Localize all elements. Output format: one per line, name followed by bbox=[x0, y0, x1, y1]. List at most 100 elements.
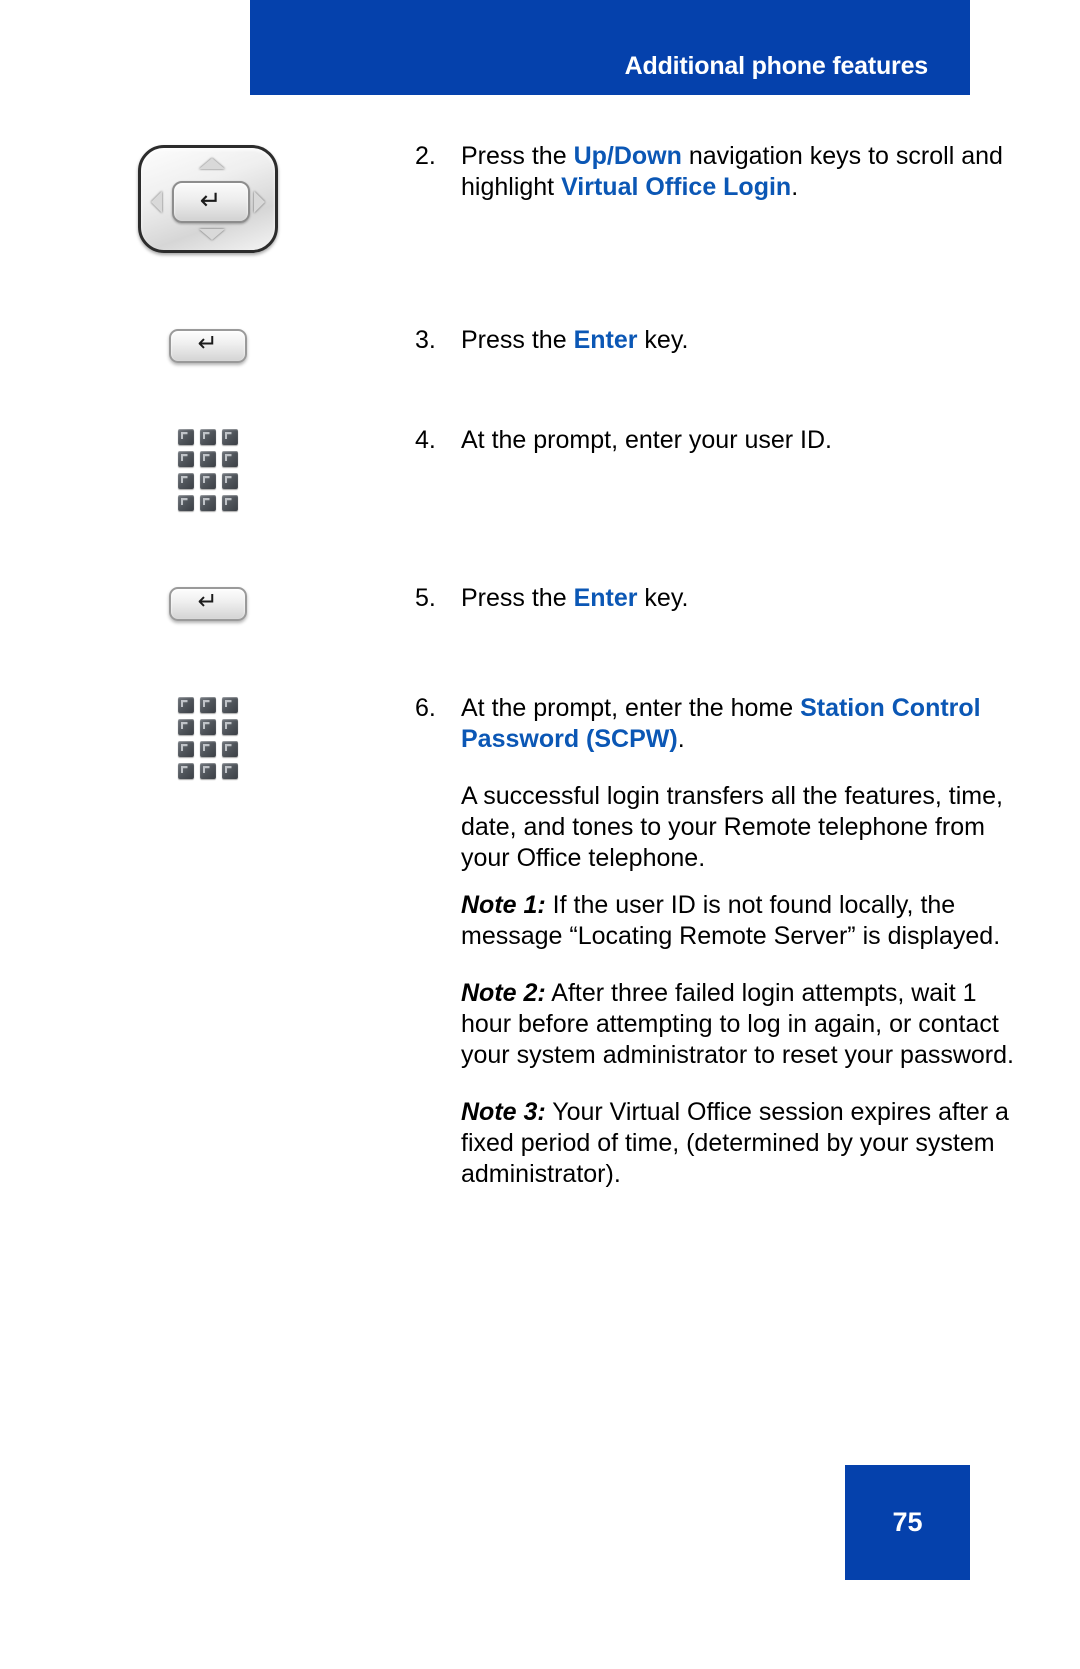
navigation-cluster-icon: ↵ bbox=[137, 145, 278, 253]
right-arrow-icon bbox=[253, 191, 265, 213]
step-6-text-cell: 6. At the prompt, enter the home Station… bbox=[415, 693, 1080, 1190]
note-2: Note 2: After three failed login attempt… bbox=[461, 978, 1020, 1071]
keypad-key bbox=[199, 697, 216, 713]
step-row-2: ↵ 2. Press the Up/Down navigation keys t… bbox=[0, 141, 1080, 253]
step-6-text-2: . bbox=[677, 725, 685, 753]
keypad-key bbox=[221, 741, 238, 757]
step-5-icon-cell: ↵ bbox=[0, 583, 415, 621]
keypad-key bbox=[221, 763, 238, 779]
up-arrow-icon bbox=[198, 158, 225, 169]
keypad-key bbox=[177, 495, 194, 511]
step-6-text-1: At the prompt, enter the home bbox=[461, 694, 801, 722]
keypad-key bbox=[177, 763, 194, 779]
step-5-text-cell: 5. Press the Enter key. bbox=[415, 583, 1080, 614]
keypad-key bbox=[221, 719, 238, 735]
note-3-label: Note 3: bbox=[461, 1098, 546, 1126]
enter-key-icon: ↵ bbox=[168, 587, 247, 621]
enter-key-icon: ↵ bbox=[171, 181, 250, 223]
keypad-key bbox=[177, 429, 194, 445]
note-3: Note 3: Your Virtual Office session expi… bbox=[461, 1097, 1020, 1190]
step-3-body: Press the Enter key. bbox=[461, 325, 1020, 356]
keypad-key bbox=[177, 719, 194, 735]
step-2-text-cell: 2. Press the Up/Down navigation keys to … bbox=[415, 141, 1080, 203]
step-row-5: ↵ 5. Press the Enter key. bbox=[0, 583, 1080, 621]
keypad-key bbox=[177, 697, 194, 713]
page-number: 75 bbox=[892, 1507, 923, 1537]
keypad-key bbox=[199, 719, 216, 735]
step-5-text-1: Press the bbox=[461, 584, 574, 612]
return-arrow-glyph: ↵ bbox=[199, 185, 222, 215]
keypad-key bbox=[199, 763, 216, 779]
step-3-icon-cell: ↵ bbox=[0, 325, 415, 363]
step-4-body: At the prompt, enter your user ID. bbox=[461, 426, 832, 454]
keypad-key bbox=[177, 451, 194, 467]
step-5-line: 5. Press the Enter key. bbox=[415, 583, 1020, 614]
step-2-body: Press the Up/Down navigation keys to scr… bbox=[461, 141, 1020, 203]
step-5-text-2: key. bbox=[637, 584, 689, 612]
note-1-label: Note 1: bbox=[461, 891, 546, 919]
step-6-line: 6. At the prompt, enter the home Station… bbox=[415, 693, 1020, 755]
page-header-title: Additional phone features bbox=[624, 52, 929, 80]
step-3-keyword-enter: Enter bbox=[573, 326, 638, 354]
step-5-number: 5. bbox=[415, 584, 436, 612]
step-4-icon-cell bbox=[0, 425, 415, 511]
step-row-4: 4. At the prompt, enter your user ID. bbox=[0, 425, 1080, 511]
step-4-number: 4. bbox=[415, 426, 436, 454]
keypad-key bbox=[199, 451, 216, 467]
step-2-icon-cell: ↵ bbox=[0, 141, 415, 253]
down-arrow-icon bbox=[198, 229, 225, 240]
step-row-3: ↵ 3. Press the Enter key. bbox=[0, 325, 1080, 363]
document-page: Additional phone features ↵ 2. Press the… bbox=[0, 0, 1080, 1669]
enter-key-icon: ↵ bbox=[168, 329, 247, 363]
keypad-key bbox=[199, 495, 216, 511]
success-paragraph: A successful login transfers all the fea… bbox=[461, 782, 1003, 872]
step-2-keyword-updown: Up/Down bbox=[573, 142, 682, 170]
return-arrow-glyph: ↵ bbox=[197, 588, 218, 615]
keypad-key bbox=[221, 429, 238, 445]
step-2-text-4: . bbox=[791, 173, 799, 201]
keypad-key bbox=[199, 741, 216, 757]
step-2-number: 2. bbox=[415, 142, 436, 170]
step-5-body: Press the Enter key. bbox=[461, 583, 1020, 614]
step-5-keyword-enter: Enter bbox=[573, 584, 638, 612]
page-content: ↵ 2. Press the Up/Down navigation keys t… bbox=[0, 95, 1080, 1190]
step-3-text-cell: 3. Press the Enter key. bbox=[415, 325, 1080, 356]
step-row-6: 6. At the prompt, enter the home Station… bbox=[0, 693, 1080, 1190]
step-6-number: 6. bbox=[415, 694, 436, 722]
keypad-key bbox=[177, 473, 194, 489]
keypad-key bbox=[199, 429, 216, 445]
keypad-key bbox=[221, 495, 238, 511]
step-4-text-cell: 4. At the prompt, enter your user ID. bbox=[415, 425, 1080, 456]
note-1: Note 1: If the user ID is not found loca… bbox=[461, 890, 1020, 952]
keypad-key bbox=[221, 451, 238, 467]
return-arrow-glyph: ↵ bbox=[197, 330, 218, 357]
step-2-text-1: Press the bbox=[461, 142, 574, 170]
keypad-key bbox=[199, 473, 216, 489]
keypad-key bbox=[177, 741, 194, 757]
header-banner: Additional phone features bbox=[250, 0, 970, 95]
step-6-icon-cell bbox=[0, 693, 415, 779]
footer-page-block: 75 bbox=[845, 1465, 970, 1580]
keypad-icon bbox=[177, 429, 238, 511]
note-2-label: Note 2: bbox=[461, 979, 546, 1007]
keypad-icon bbox=[177, 697, 238, 779]
step-2-line: 2. Press the Up/Down navigation keys to … bbox=[415, 141, 1020, 203]
step-2-keyword-vol: Virtual Office Login bbox=[561, 173, 792, 201]
step-3-number: 3. bbox=[415, 326, 436, 354]
keypad-key bbox=[221, 697, 238, 713]
step-3-line: 3. Press the Enter key. bbox=[415, 325, 1020, 356]
left-arrow-icon bbox=[150, 191, 162, 213]
